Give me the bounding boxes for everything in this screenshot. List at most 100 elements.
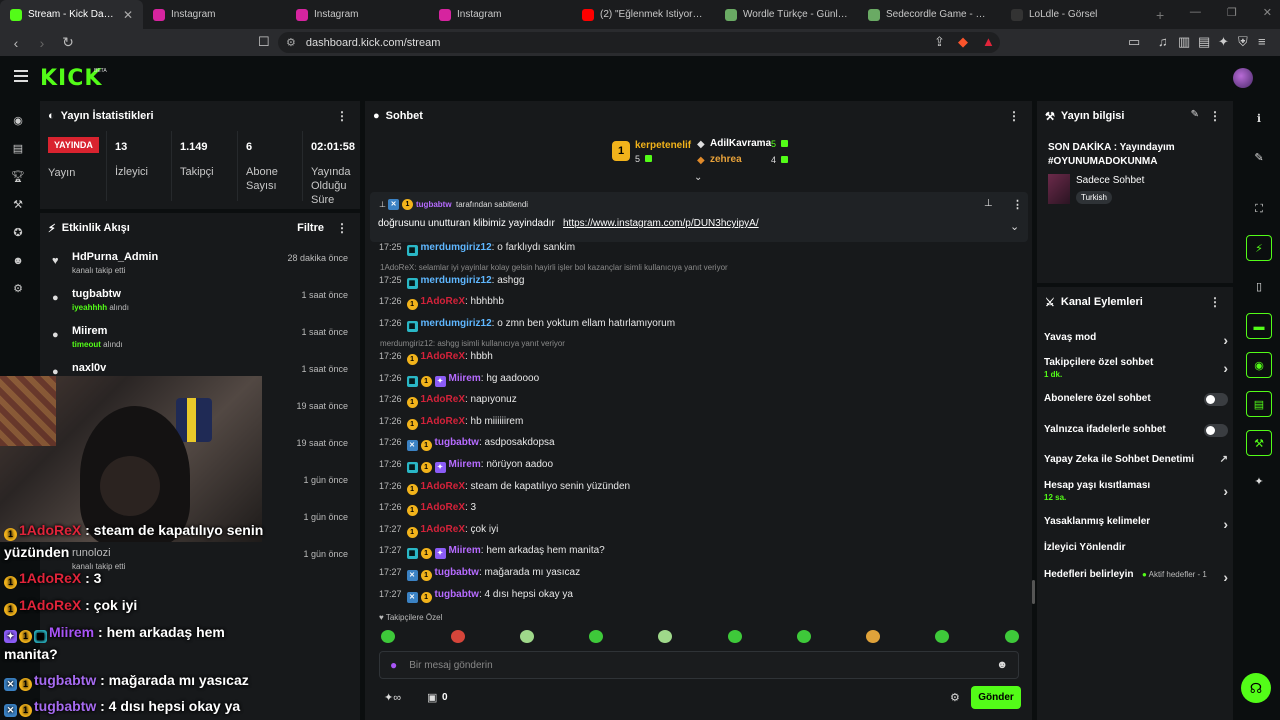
edit-icon[interactable]: ✎ bbox=[1191, 109, 1199, 120]
collapse-chevron-icon[interactable]: ⌄ bbox=[694, 172, 702, 183]
cast-icon[interactable]: ▭ bbox=[1128, 34, 1140, 50]
chat-settings-icon[interactable]: ⚙ bbox=[950, 691, 960, 704]
share-icon[interactable]: ⇪ bbox=[934, 34, 945, 50]
back-icon[interactable]: ‹ bbox=[6, 35, 26, 51]
emote-icon[interactable] bbox=[866, 630, 880, 643]
emotes-only-toggle[interactable] bbox=[1204, 424, 1228, 437]
info-icon[interactable]: ℹ bbox=[1246, 106, 1272, 132]
chat-message: 17:26 1 1AdoReX: napıyonuz bbox=[379, 394, 517, 408]
category-name[interactable]: Sadece Sohbet bbox=[1076, 175, 1144, 186]
kebab-menu-icon[interactable]: ⋮ bbox=[1209, 295, 1221, 309]
users-icon[interactable]: ☻ bbox=[11, 254, 25, 268]
points-icon[interactable]: ✦ bbox=[1246, 469, 1272, 495]
kebab-menu-icon[interactable]: ⋮ bbox=[1012, 198, 1023, 211]
browser-tab[interactable]: Instagram bbox=[286, 0, 429, 29]
reload-icon[interactable]: ↻ bbox=[58, 34, 78, 51]
chat-icon[interactable]: ▬ bbox=[1246, 313, 1272, 339]
edit-icon[interactable]: ✎ bbox=[1246, 145, 1272, 171]
stream-info-header: ⚒ Yayın bilgisi bbox=[1045, 110, 1125, 123]
community-icon[interactable]: ✪ bbox=[11, 226, 25, 240]
emote-icon[interactable] bbox=[797, 630, 811, 643]
forward-icon[interactable]: › bbox=[32, 35, 52, 51]
emote-icon[interactable] bbox=[451, 630, 465, 643]
extensions-icon[interactable]: ✦ bbox=[1218, 34, 1229, 50]
music-icon[interactable]: ♫ bbox=[1158, 34, 1168, 49]
rank-2-icon: ◆ bbox=[697, 139, 705, 150]
ai-moderation-action[interactable]: Yapay Zeka ile Sohbet Denetimi ↗ bbox=[1044, 454, 1228, 465]
pinned-link[interactable]: https://www.instagram.com/p/DUN3hcyipyA/ bbox=[563, 218, 759, 229]
emote-icon[interactable] bbox=[589, 630, 603, 643]
settings-icon[interactable]: ⚙ bbox=[11, 282, 25, 296]
chat-input[interactable]: ● Bir mesaj gönderin ☻ bbox=[379, 651, 1019, 679]
badge-icon: 1 bbox=[402, 199, 413, 210]
browser-tab[interactable]: (2) "Eğlenmek İstiyorsan İzle" #... bbox=[572, 0, 715, 29]
browser-tab[interactable]: Wordle Türkçe - Günlük Kelime... bbox=[715, 0, 858, 29]
gift-box-icon[interactable]: ▣ bbox=[427, 691, 437, 704]
minimize-icon[interactable]: — bbox=[1190, 6, 1201, 19]
goals-action[interactable]: Hedefleri belirleyin ● Aktif hedefler - 1… bbox=[1044, 569, 1228, 585]
external-link-icon: ↗ bbox=[1219, 454, 1228, 465]
followers-only-action[interactable]: Takipçilere özel sohbet 1 dk. › bbox=[1044, 357, 1228, 379]
emote-icon[interactable] bbox=[935, 630, 949, 643]
mod-panel-icon[interactable]: ▤ bbox=[1246, 391, 1272, 417]
expand-chevron-icon[interactable]: ⌄ bbox=[1010, 220, 1019, 233]
wrench-icon[interactable]: ⚒ bbox=[1246, 430, 1272, 456]
chat-scrollbar[interactable] bbox=[1032, 580, 1035, 604]
emote-icon[interactable] bbox=[1005, 630, 1019, 643]
url-field[interactable]: ⚙ dashboard.kick.com/stream bbox=[278, 32, 1000, 53]
wallet-icon[interactable]: ▤ bbox=[1198, 34, 1210, 50]
maximize-icon[interactable]: ❐ bbox=[1227, 6, 1237, 19]
lightning-icon[interactable]: ⚡︎ bbox=[1246, 235, 1272, 261]
support-icon[interactable]: ☊ bbox=[1241, 673, 1271, 703]
emote-icon[interactable] bbox=[728, 630, 742, 643]
kebab-menu-icon[interactable]: ⋮ bbox=[1209, 109, 1221, 123]
heart-icon: ♥ bbox=[52, 255, 59, 267]
stream-icon[interactable]: ◉ bbox=[11, 114, 25, 128]
emoji-icon[interactable]: ☻ bbox=[996, 659, 1008, 671]
emote-icon[interactable] bbox=[658, 630, 672, 643]
emote-icon[interactable] bbox=[520, 630, 534, 643]
browser-tab[interactable]: Instagram bbox=[143, 0, 286, 29]
browser-tab[interactable]: Instagram bbox=[429, 0, 572, 29]
close-window-icon[interactable]: ✕ bbox=[1263, 6, 1272, 19]
browser-tab[interactable]: Stream - Kick Dashboard✕ bbox=[0, 0, 143, 29]
address-bar: ‹ › ↻ ☐ ⚙ dashboard.kick.com/stream ⇪ ◆ … bbox=[0, 29, 1280, 56]
browser-tab[interactable]: LoLdle - Görsel bbox=[1001, 0, 1144, 29]
brave-shield-icon[interactable]: ◆ bbox=[958, 34, 968, 50]
kebab-menu-icon[interactable]: ⋮ bbox=[336, 109, 348, 123]
user-avatar[interactable] bbox=[1233, 68, 1253, 88]
emote-icon[interactable] bbox=[381, 630, 395, 643]
broadcast-icon[interactable]: ◉ bbox=[1246, 352, 1272, 378]
account-age-action[interactable]: Hesap yaşı kısıtlaması 12 sa. › bbox=[1044, 480, 1228, 502]
microphone-icon[interactable]: ● bbox=[390, 658, 397, 672]
hamburger-menu-icon[interactable] bbox=[14, 70, 28, 82]
vpn-icon[interactable]: ⛨ bbox=[1238, 34, 1248, 50]
mod-icon[interactable]: ⚒ bbox=[11, 198, 25, 212]
kick-points-icon[interactable]: ✦∞ bbox=[384, 691, 401, 704]
bookmark-icon[interactable]: ☐ bbox=[258, 34, 270, 50]
brave-rewards-icon[interactable]: ▲ bbox=[982, 34, 995, 49]
filter-button[interactable]: Filtre bbox=[297, 222, 324, 234]
activity-item: ♥ HdPurna_Admin kanalı takip etti 28 dak… bbox=[52, 251, 348, 275]
trophy-icon[interactable]: 🏆︎ bbox=[11, 170, 25, 184]
menu-icon[interactable]: ≡ bbox=[1258, 34, 1266, 49]
document-icon[interactable]: ▯ bbox=[1246, 274, 1272, 300]
close-tab-icon[interactable]: ✕ bbox=[123, 8, 133, 22]
subscribers-only-toggle[interactable] bbox=[1204, 393, 1228, 406]
overlay-message: ✦ 1 ▦ Miirem : hem arkadaş hem bbox=[4, 624, 225, 643]
kebab-menu-icon[interactable]: ⋮ bbox=[1008, 109, 1020, 123]
redirect-viewers-action[interactable]: İzleyici Yönlendir bbox=[1044, 542, 1228, 553]
browser-tab[interactable]: Sedecordle Game - 16 Words... bbox=[858, 0, 1001, 29]
dashboard-icon[interactable]: ▤ bbox=[11, 142, 25, 156]
sidebar-icon[interactable]: ▥ bbox=[1178, 34, 1190, 50]
send-button[interactable]: Gönder bbox=[971, 686, 1021, 709]
chat-message: 17:27 1 1AdoReX: çok iyi bbox=[379, 524, 499, 538]
chat-message: 17:27 ▦ 1 ✦ Miirem: hem arkadaş hem manita? bbox=[379, 545, 605, 559]
banned-words-action[interactable]: Yasaklanmış kelimeler › bbox=[1044, 516, 1228, 532]
site-info-icon[interactable]: ⚙ bbox=[286, 36, 296, 49]
unpin-icon[interactable]: ⊥ bbox=[984, 198, 993, 209]
slow-mode-action[interactable]: Yavaş mod › bbox=[1044, 332, 1228, 348]
scan-icon[interactable]: ⛶ bbox=[1246, 196, 1272, 222]
kebab-menu-icon[interactable]: ⋮ bbox=[336, 221, 348, 235]
new-tab-icon[interactable]: + bbox=[1144, 7, 1176, 23]
